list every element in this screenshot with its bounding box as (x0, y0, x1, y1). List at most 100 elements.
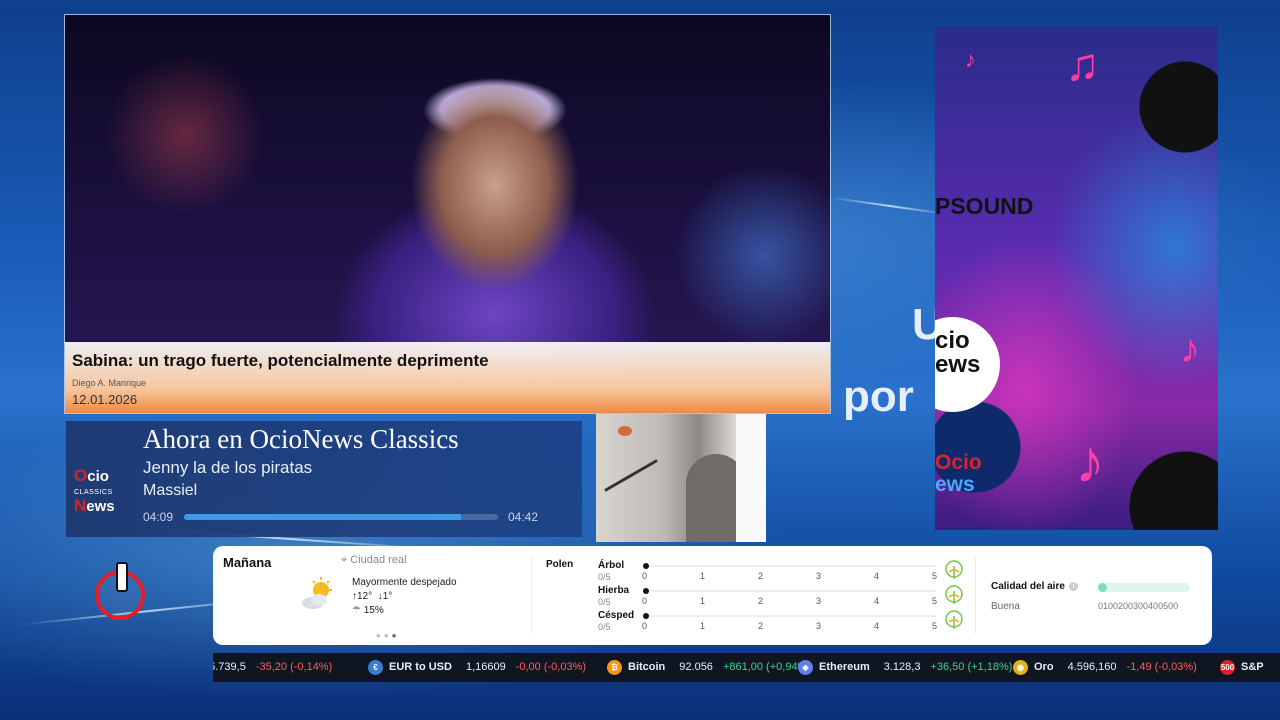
pollen-row: Hierba 0/5 0 1 2 3 4 5 (598, 585, 963, 609)
pollen-marker (643, 613, 649, 619)
webcam-stairs (604, 459, 658, 492)
pollen-value: 0/5 (598, 572, 611, 582)
badge-line-2: ews (935, 351, 981, 378)
partly-sunny-icon (302, 577, 332, 609)
logo-line-1: Ocio (935, 451, 982, 474)
temp-low: 1° (382, 591, 393, 602)
psound-logo: PSOUND (935, 193, 1034, 219)
ticker-change: +36,50 (+1,18%) (930, 661, 1013, 673)
pollen-track (649, 565, 936, 567)
pollen-scale-tick: 4 (874, 571, 880, 581)
pollen-scale-tick: 5 (932, 571, 938, 581)
ticker-name: Oro (1034, 661, 1054, 673)
location-name: Ciudad real (350, 554, 407, 566)
ticker-change: -1,49 (-0,03%) (1126, 661, 1197, 673)
pollen-name: Árbol (598, 560, 625, 571)
ticker-price: 25.739,5 (213, 661, 246, 673)
pollen-track (649, 590, 936, 592)
temperature-range: ↑12° ↓1° (352, 591, 392, 602)
light-streak (830, 196, 950, 216)
ticker-item[interactable]: € EUR to USD 1,16609 -0,00 (-0,03%) (368, 653, 586, 682)
location-label: ⌖ Ciudad real (341, 554, 407, 567)
ticker-price: 92.056 (679, 661, 713, 673)
song-title: Jenny la de los piratas (143, 458, 313, 477)
webcam-window (736, 414, 766, 542)
divider (531, 556, 532, 634)
weather-title: Mañana (223, 555, 272, 570)
globe-icon: € (368, 659, 383, 675)
ticker-item[interactable]: ◉ Oro 4.596,160 -1,49 (-0,03%) (1013, 653, 1197, 682)
umbrella-icon: ☂ (352, 605, 361, 616)
pollen-scale-tick: 2 (758, 596, 764, 606)
music-note-icon: ♪ (965, 47, 976, 72)
pollen-marker (643, 588, 649, 594)
pollen-scale-tick: 0 (642, 621, 648, 631)
power-icon (95, 562, 145, 620)
grass-icon (945, 610, 963, 630)
ticker-change: -35,20 (-0,14%) (255, 661, 333, 673)
pollen-scale-tick: 1 (700, 571, 706, 581)
pollen-scale-tick: 4 (874, 596, 880, 606)
news-title[interactable]: Sabina: un trago fuerte, potencialmente … (72, 351, 823, 371)
webcam-feed (596, 414, 766, 542)
rain-chance: ☂ 15% (352, 605, 384, 616)
tree-icon (945, 560, 963, 580)
ticker-name: EUR to USD (389, 661, 452, 673)
elapsed-time: 04:09 (143, 510, 174, 524)
pollen-track (649, 615, 936, 617)
ticker-name: S&P (1241, 661, 1264, 673)
air-quality-title: Calidad del aire i (991, 581, 1078, 592)
ticker-item[interactable]: ◆ Ethereum 3.128,3 +36,50 (+1,18%) (798, 653, 1012, 682)
pollen-scale-tick: 1 (700, 596, 706, 606)
temp-high: 12° (357, 591, 373, 602)
pollen-value: 0/5 (598, 622, 611, 632)
progress-fill (184, 514, 462, 520)
carousel-dots[interactable]: ●●● (376, 631, 400, 640)
pollen-scale-tick: 3 (816, 621, 822, 631)
ocionews-logo: Ocio ews (935, 452, 982, 496)
news-author: Diego A. Manrique (72, 378, 147, 388)
pollen-scale-tick: 5 (932, 621, 938, 631)
ticker-name: Ethereum (819, 661, 870, 673)
weather-condition: Mayormente despejado (352, 577, 457, 588)
now-playing-panel: Ocio CLASSICS News Ahora en OcioNews Class… (66, 421, 582, 537)
location-pin-icon: ⌖ (341, 554, 348, 566)
ticker-item[interactable]: 25.739,5 -35,20 (-0,14%) (213, 653, 332, 682)
music-note-icon: ♪ (1180, 327, 1200, 371)
ticker-price: 3.128,3 (883, 661, 921, 673)
air-quality-label: Calidad del aire (991, 581, 1065, 592)
background-text-por: por (843, 372, 914, 421)
pollen-scale-tick: 1 (700, 621, 706, 631)
market-ticker: 25.739,5 -35,20 (-0,14%) € EUR to USD 1,1660… (213, 653, 1280, 682)
progress-bar (184, 514, 498, 520)
news-caption: Sabina: un trago fuerte, potencialmente … (65, 342, 830, 413)
ticker-change: -0,00 (-0,03%) (515, 661, 587, 673)
news-card[interactable]: Sabina: un trago fuerte, potencialmente … (64, 14, 831, 414)
ticker-item[interactable]: 500 S&P (1220, 653, 1278, 682)
rain-value: 15% (363, 605, 384, 616)
music-note-icon: ♪ (1075, 428, 1105, 495)
song-artist: Massiel (143, 482, 198, 499)
divider (975, 556, 976, 634)
now-playing-heading: Ahora en OcioNews Classics (143, 424, 459, 454)
air-quality-scale: 0100200300400500 (1098, 601, 1179, 611)
pollen-scale-tick: 0 (642, 571, 648, 581)
ticker-price: 4.596,160 (1067, 661, 1117, 673)
pollen-scale-tick: 5 (932, 596, 938, 606)
logo-line-2: ews (935, 473, 975, 496)
pollen-row: Césped 0/5 0 1 2 3 4 5 (598, 610, 963, 634)
webcam-lamp (618, 426, 632, 436)
pollen-scale-tick: 3 (816, 596, 822, 606)
ticker-item[interactable]: ₿ Bitcoin 92.056 +861,00 (+0,94%) (607, 653, 811, 682)
pollen-name: Césped (598, 610, 635, 621)
badge-line-1: cio (935, 327, 970, 354)
pollen-scale-tick: 2 (758, 621, 764, 631)
pollen-name: Hierba (598, 585, 630, 596)
pollen-scale-tick: 4 (874, 621, 880, 631)
gold-icon: ◉ (1013, 659, 1028, 675)
pollen-scale-tick: 3 (816, 571, 822, 581)
info-icon[interactable]: i (1068, 581, 1078, 591)
weather-widget: Mañana ⌖ Ciudad real Mayormente despejad… (213, 546, 1212, 645)
pollen-value: 0/5 (598, 597, 611, 607)
air-quality-value: Buena (991, 601, 1020, 612)
